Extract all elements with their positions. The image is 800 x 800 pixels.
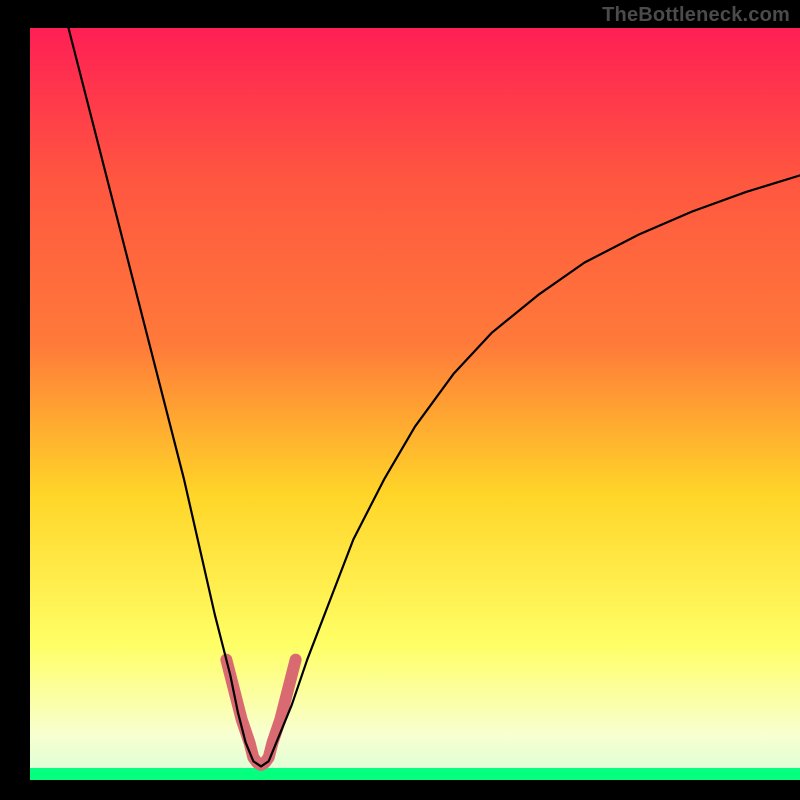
green-band	[30, 768, 800, 780]
plot-background	[30, 28, 800, 780]
bottleneck-chart	[0, 0, 800, 800]
watermark-text: TheBottleneck.com	[602, 4, 790, 27]
chart-frame: TheBottleneck.com	[0, 0, 800, 800]
